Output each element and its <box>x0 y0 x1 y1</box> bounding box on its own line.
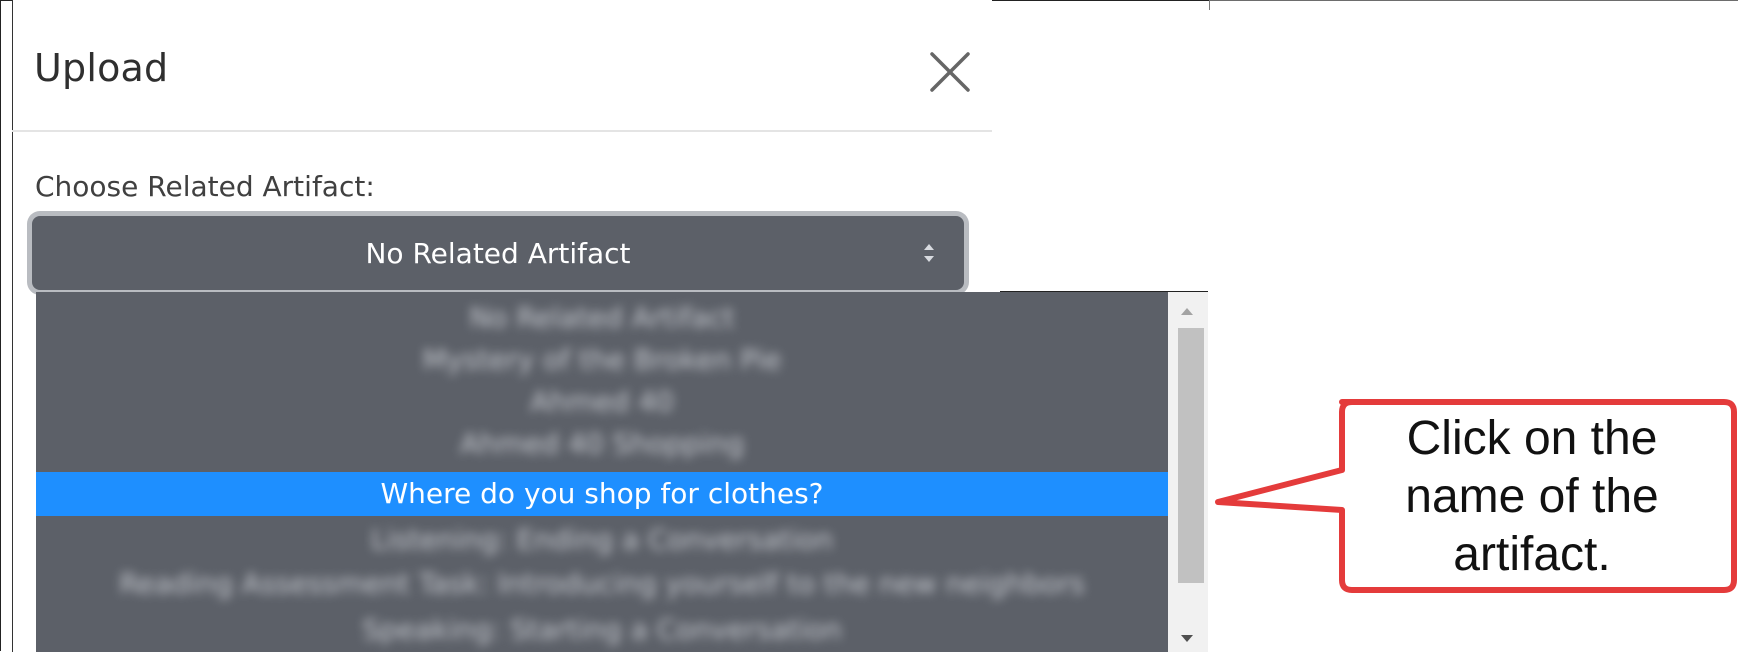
scroll-down-icon[interactable] <box>1180 634 1194 644</box>
dropdown-option[interactable]: Reading Assessment Task: Introducing you… <box>36 562 1168 606</box>
dropdown-option[interactable]: No Related Artifact <box>36 296 1168 340</box>
background-border-line <box>1210 0 1738 1</box>
sort-caret-icon <box>924 244 934 262</box>
modal-header-divider <box>12 130 992 132</box>
scrollbar-thumb[interactable] <box>1178 328 1204 583</box>
dropdown-option[interactable]: Listening: Ending a Conversation <box>36 518 1168 562</box>
dropdown-option[interactable]: Speaking: Starting a Conversation <box>36 608 1168 652</box>
modal-title: Upload <box>34 46 169 90</box>
select-current-value: No Related Artifact <box>365 236 631 270</box>
scroll-up-icon[interactable] <box>1180 306 1194 316</box>
callout-text: Click on the name of the artifact. <box>1405 412 1659 581</box>
dropdown-option[interactable]: Ahmed 40 Shopping <box>36 422 1168 466</box>
dropdown-option[interactable]: Ahmed 40 <box>36 380 1168 424</box>
dropdown-option[interactable]: Mystery of the Broken Pie <box>36 338 1168 382</box>
modal-left-border <box>12 0 13 652</box>
close-icon[interactable] <box>926 48 974 96</box>
related-artifact-select[interactable]: No Related Artifact <box>32 216 964 290</box>
artifact-dropdown-list[interactable]: No Related Artifact Mystery of the Broke… <box>36 292 1168 652</box>
dropdown-option-selected[interactable]: Where do you shop for clothes? <box>36 472 1168 516</box>
related-artifact-label: Choose Related Artifact: <box>35 170 375 203</box>
background-divider-tick <box>1209 0 1210 10</box>
